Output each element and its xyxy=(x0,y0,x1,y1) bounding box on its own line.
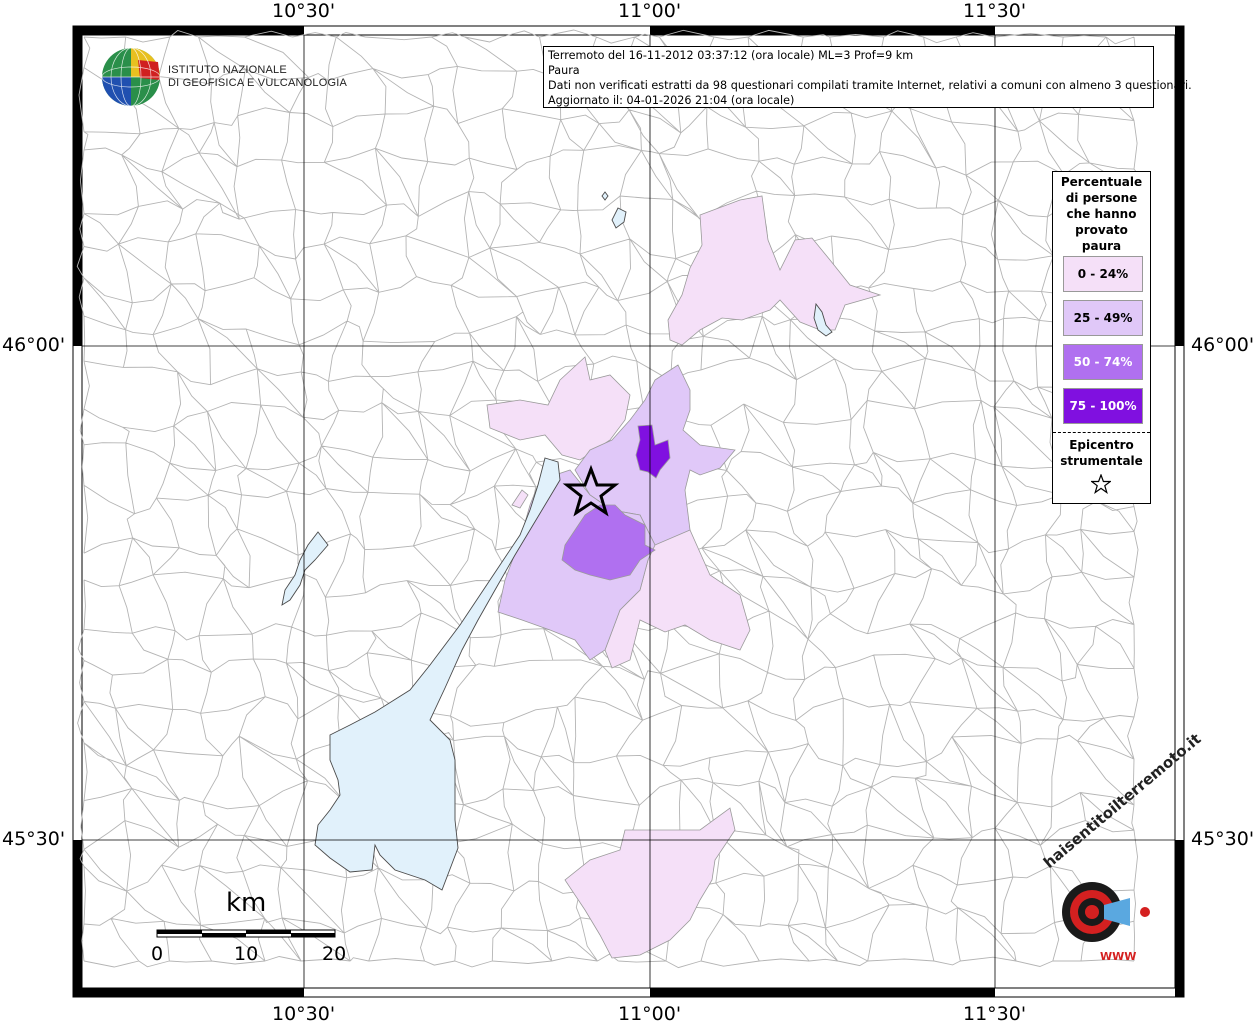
star-outline-icon xyxy=(1091,474,1111,494)
lon-label-bottom-2: 11°00' xyxy=(618,1003,682,1025)
hsit-www-text: WWW xyxy=(1100,950,1137,963)
lon-label-bottom-3: 11°30' xyxy=(963,1003,1027,1025)
legend-class-25-49: 25 - 49% xyxy=(1063,300,1143,336)
legend-title-line: provato xyxy=(1075,223,1128,237)
legend-title: Percentuale di persone che hanno provato… xyxy=(1053,174,1150,254)
legend-title-line: Percentuale xyxy=(1060,175,1143,189)
lat-label-left-1: 46°00' xyxy=(2,334,66,356)
scale-tick-10: 10 xyxy=(234,943,259,965)
map-canvas xyxy=(72,25,1185,998)
scale-bar xyxy=(156,929,336,938)
lon-label-bottom-1: 10°30' xyxy=(272,1003,336,1025)
ingv-logo-text: ISTITUTO NAZIONALE DI GEOFISICA E VULCAN… xyxy=(168,64,347,90)
legend-title-line: che hanno xyxy=(1066,207,1137,221)
epicenter-label: Epicentro strumentale xyxy=(1053,437,1150,469)
lon-label-top-3: 11°30' xyxy=(963,0,1027,22)
scale-tick-0: 0 xyxy=(151,943,164,965)
legend-title-line: paura xyxy=(1081,239,1122,253)
legend-class-50-74: 50 - 74% xyxy=(1063,344,1143,380)
data-note: Dati non verificati estratti da 98 quest… xyxy=(548,79,1192,92)
event-title: Terremoto del 16-11-2012 03:37:12 (ora l… xyxy=(548,49,914,62)
lon-label-top-2: 11°00' xyxy=(618,0,682,22)
scale-tick-20: 20 xyxy=(322,943,347,965)
lat-label-left-2: 45°30' xyxy=(2,828,66,850)
legend-class-0-24: 0 - 24% xyxy=(1063,256,1143,292)
epicenter-label-line: strumentale xyxy=(1060,454,1143,468)
legend-title-line: di persone xyxy=(1065,191,1138,205)
lat-label-right-2: 45°30' xyxy=(1191,828,1255,850)
logo-line-2: DI GEOFISICA E VULCANOLOGIA xyxy=(168,77,347,89)
logo-line-1: ISTITUTO NAZIONALE xyxy=(168,64,287,76)
lon-label-top-1: 10°30' xyxy=(272,0,336,22)
legend: Percentuale di persone che hanno provato… xyxy=(1052,171,1151,504)
legend-class-75-100: 75 - 100% xyxy=(1063,388,1143,424)
ingv-globe-icon xyxy=(101,47,161,107)
updated-timestamp: Aggiornato il: 04-01-2026 21:04 (ora loc… xyxy=(548,94,795,107)
map-subject: Paura xyxy=(548,64,580,77)
lat-label-right-1: 46°00' xyxy=(1191,334,1255,356)
event-info-box: Terremoto del 16-11-2012 03:37:12 (ora l… xyxy=(543,46,1192,108)
scale-unit: km xyxy=(226,888,267,918)
legend-separator xyxy=(1053,432,1150,433)
epicenter-label-line: Epicentro xyxy=(1069,438,1134,452)
